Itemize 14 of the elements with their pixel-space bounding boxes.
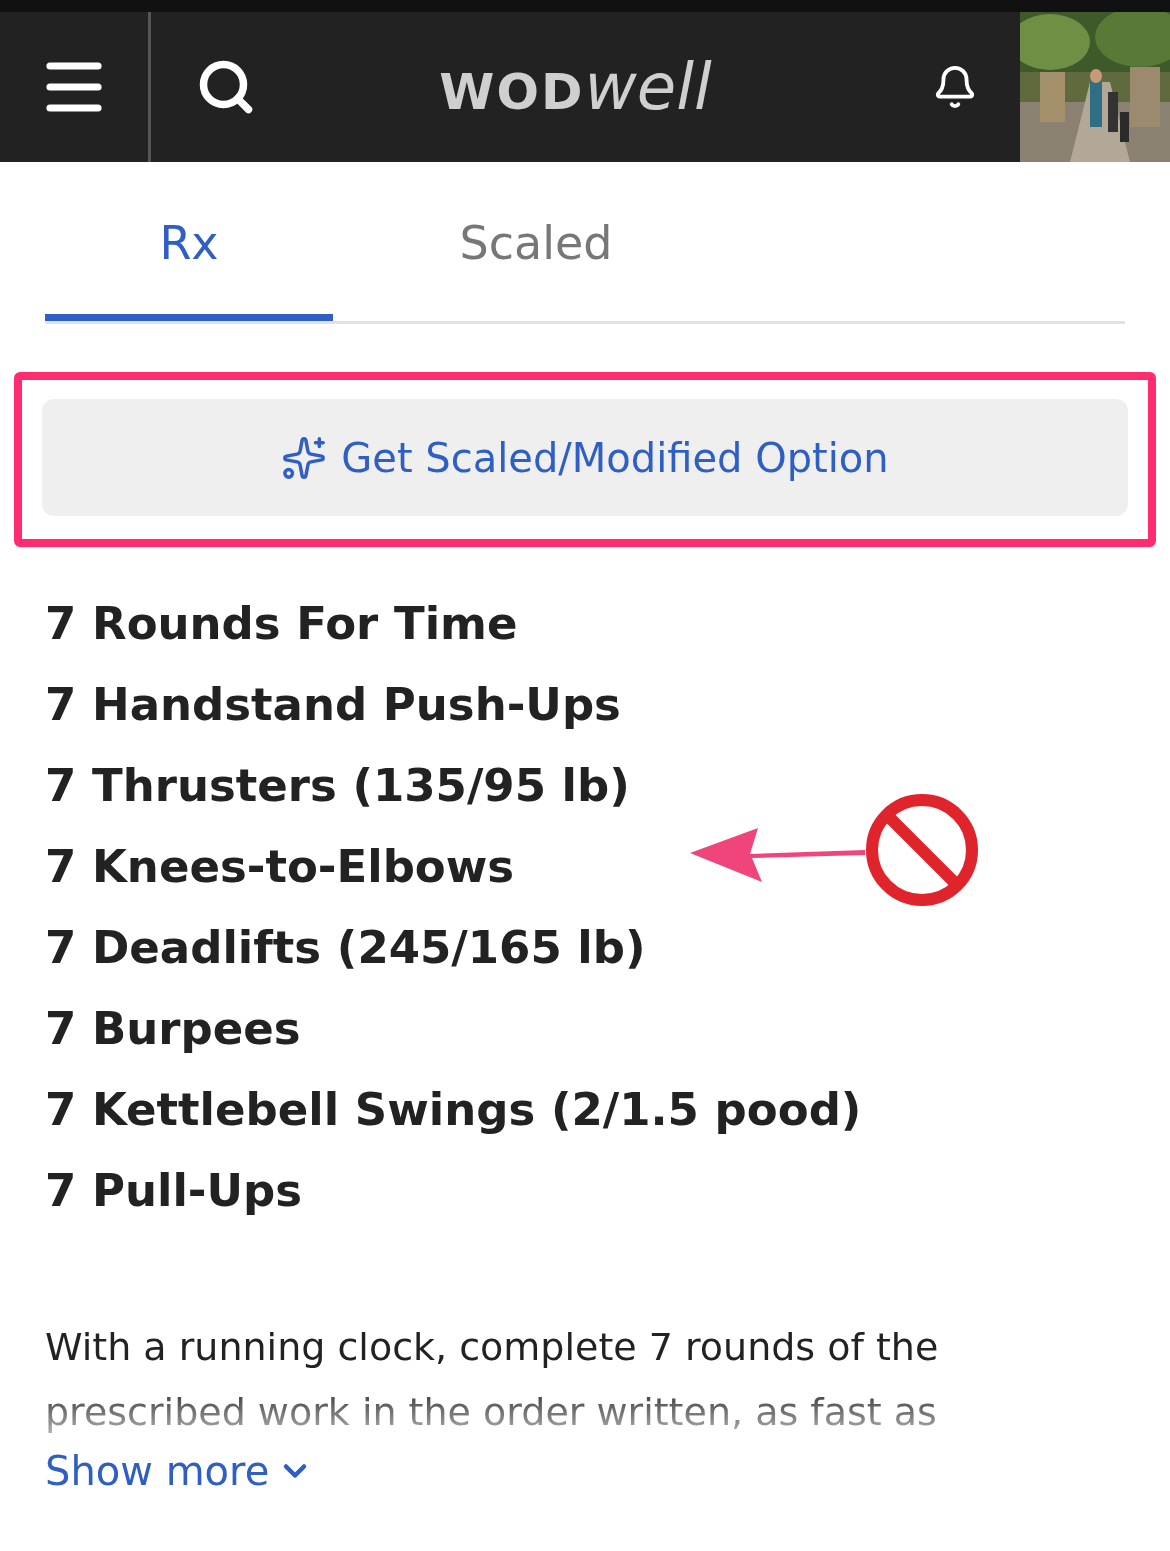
workout-line: 7 Handstand Push-Ups — [45, 677, 621, 733]
logo[interactable]: WODwell — [301, 39, 890, 135]
workout-line: 7 Thrusters (135/95 lb) — [45, 758, 630, 814]
tab[interactable]: Scaled — [333, 162, 739, 321]
workout-line: 7 Burpees — [45, 1001, 301, 1057]
sparkles-icon — [281, 434, 328, 481]
workout-line: 7 Rounds For Time — [45, 596, 518, 652]
workout-line: 7 Pull-Ups — [45, 1163, 303, 1219]
tab[interactable]: Rx — [45, 162, 333, 321]
prohibited-icon — [865, 793, 979, 907]
workout-line: 7 Kettlebell Swings (2/1.5 pood) — [45, 1082, 862, 1138]
scaled-option-button[interactable]: Get Scaled/Modified Option — [42, 399, 1128, 516]
workout-line: 7 Knees-to-Elbows — [45, 839, 515, 895]
workout-line: 7 Deadlifts (245/165 lb) — [45, 920, 646, 976]
